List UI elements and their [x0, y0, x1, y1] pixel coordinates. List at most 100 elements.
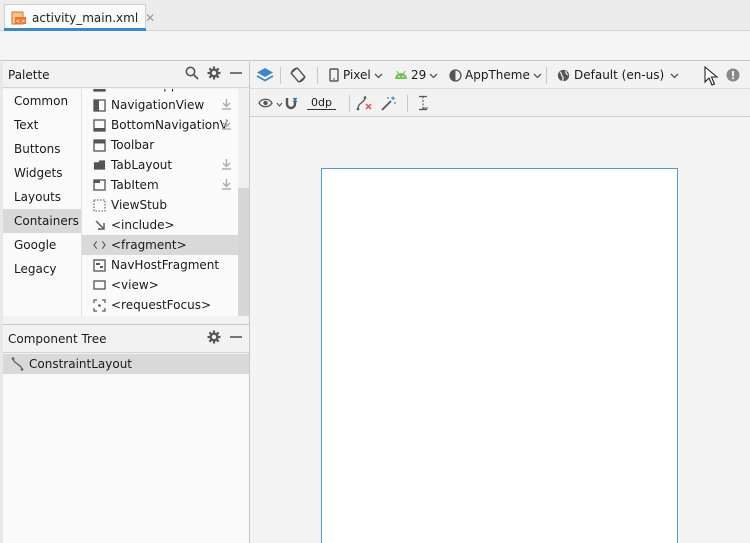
palette-categories: Common Text Buttons Widgets Layouts Container…	[3, 89, 82, 316]
palette-item[interactable]: TabItem	[82, 175, 238, 195]
palette-item[interactable]: TabLayout	[82, 155, 238, 175]
chevron-down-icon	[276, 96, 283, 110]
chevron-down-icon	[374, 68, 383, 82]
component-tree-body	[3, 354, 249, 543]
tree-item-constraint-layout[interactable]: ConstraintLayout	[3, 354, 249, 374]
bottom-app-bar-icon	[93, 89, 106, 92]
magnet-icon[interactable]	[284, 92, 299, 114]
tab-label: activity_main.xml	[32, 11, 139, 25]
constraint-toolbar: 0dp	[250, 90, 750, 117]
device-blueprint[interactable]	[321, 168, 678, 543]
download-icon[interactable]	[221, 158, 232, 173]
toolbar-separator	[280, 67, 281, 84]
close-icon[interactable]: ✕	[145, 11, 155, 25]
palette-item-label: ViewStub	[111, 198, 168, 212]
design-toolbar: Pixel 29 AppTheme Default (en-us)	[250, 62, 750, 89]
locale-selector[interactable]: Default (en-us)	[557, 64, 679, 86]
default-margins-field[interactable]: 0dp	[307, 92, 336, 114]
toolbar-separator	[546, 67, 547, 84]
palette-scrollbar-thumb[interactable]	[238, 188, 249, 316]
download-icon[interactable]	[221, 118, 232, 133]
theme-selector[interactable]: AppTheme	[449, 64, 542, 86]
bottom-navigation-icon	[93, 118, 106, 132]
palette-item[interactable]: <include>	[82, 215, 238, 235]
clear-constraints-icon[interactable]	[356, 92, 372, 114]
device-label: Pixel	[343, 68, 371, 82]
download-icon[interactable]	[221, 98, 232, 113]
navigation-view-icon	[93, 98, 106, 112]
download-icon[interactable]	[221, 178, 232, 193]
chevron-down-icon	[429, 68, 438, 82]
constraint-layout-icon	[11, 357, 24, 371]
minimize-icon[interactable]	[229, 330, 243, 347]
include-icon	[93, 219, 106, 232]
palette-item[interactable]: BottomNavigationV	[82, 115, 238, 135]
palette-item-label: NavHostFragment	[111, 258, 220, 272]
palette-item-label: TabItem	[111, 178, 159, 192]
layers-icon[interactable]	[256, 64, 274, 86]
palette-item[interactable]: Toolbar	[82, 135, 238, 155]
palette-category-containers[interactable]: Containers	[3, 209, 81, 233]
theme-icon	[449, 68, 462, 82]
chevron-down-icon	[533, 68, 542, 82]
view-stub-icon	[93, 198, 106, 212]
palette-category-widgets[interactable]: Widgets	[3, 161, 81, 185]
palette-category-text[interactable]: Text	[3, 113, 81, 137]
toolbar-separator	[407, 95, 408, 112]
fragment-icon	[93, 239, 106, 252]
palette-item[interactable]: NavigationView	[82, 95, 238, 115]
minimize-icon[interactable]	[229, 66, 243, 83]
request-focus-icon	[93, 298, 106, 312]
view-options-button[interactable]	[258, 92, 283, 114]
toolbar-separator	[349, 95, 350, 112]
svg-text:<>: <>	[15, 18, 25, 25]
palette-bottom-edge	[3, 316, 249, 325]
palette-item-label: BottomNavigationV	[111, 118, 228, 132]
toolbar-separator	[317, 67, 318, 84]
nav-host-fragment-icon	[93, 258, 106, 272]
toolbar-icon	[93, 138, 106, 152]
gear-icon[interactable]	[207, 66, 221, 83]
phone-icon	[329, 68, 339, 82]
margin-value: 0dp	[307, 96, 336, 110]
tab-activity-main[interactable]: <> activity_main.xml ✕	[4, 4, 155, 31]
palette-category-buttons[interactable]: Buttons	[3, 137, 81, 161]
android-icon	[394, 70, 408, 80]
chevron-down-icon	[670, 68, 679, 82]
palette-items: BottomAppBar NavigationView BottomNavigati…	[82, 89, 238, 316]
palette-item-label: <view>	[111, 278, 159, 292]
palette-item[interactable]: ViewStub	[82, 195, 238, 215]
warning-icon[interactable]	[726, 64, 740, 86]
palette-item[interactable]: NavHostFragment	[82, 255, 238, 275]
view-icon	[93, 279, 106, 292]
palette-item-label: <include>	[111, 218, 175, 232]
palette-item-label: TabLayout	[111, 158, 173, 172]
device-selector[interactable]: Pixel	[329, 64, 383, 86]
palette-header: Palette	[3, 62, 249, 88]
xml-file-icon: <>	[11, 11, 27, 25]
palette-item[interactable]: <fragment>	[82, 235, 238, 255]
palette-item-label: Toolbar	[111, 138, 155, 152]
tree-item-label: ConstraintLayout	[29, 357, 133, 371]
palette-category-legacy[interactable]: Legacy	[3, 257, 81, 281]
search-icon[interactable]	[185, 66, 199, 83]
orientation-icon[interactable]	[289, 64, 307, 86]
tab-item-icon	[93, 179, 106, 192]
palette-category-google[interactable]: Google	[3, 233, 81, 257]
palette-category-common[interactable]: Common	[3, 89, 81, 113]
palette-category-layouts[interactable]: Layouts	[3, 185, 81, 209]
mouse-cursor-icon	[704, 65, 718, 87]
palette-item[interactable]: <view>	[82, 275, 238, 295]
palette-title: Palette	[8, 67, 50, 82]
gear-icon[interactable]	[207, 330, 221, 347]
component-tree-title: Component Tree	[8, 332, 107, 346]
tab-layout-icon	[93, 159, 106, 172]
palette-item[interactable]: <requestFocus>	[82, 295, 238, 315]
guidelines-icon[interactable]	[416, 92, 430, 114]
globe-icon	[557, 69, 570, 82]
api-level-selector[interactable]: 29	[394, 64, 438, 86]
palette-item-label: <requestFocus>	[111, 298, 211, 312]
component-tree-header: Component Tree	[3, 326, 249, 353]
theme-label: AppTheme	[465, 68, 530, 82]
infer-constraints-icon[interactable]	[381, 92, 397, 114]
